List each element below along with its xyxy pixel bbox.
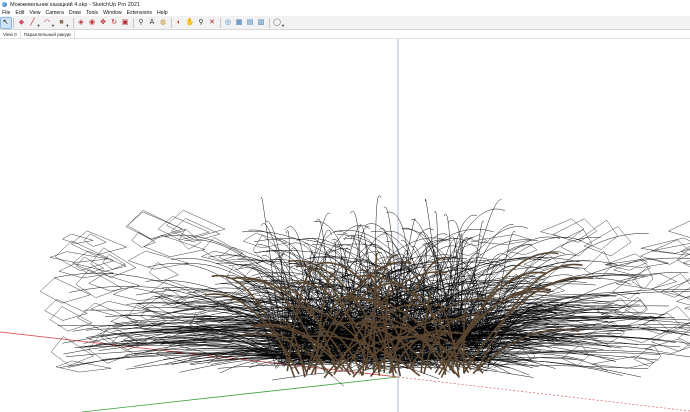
toolbar-separator	[72, 17, 74, 28]
arc-tool-icon[interactable]: ◠ ▼	[42, 18, 55, 31]
menu-edit[interactable]: Edit	[13, 10, 27, 16]
toolbar-separator	[132, 17, 134, 28]
sketchup-icon	[2, 2, 7, 7]
menu-help[interactable]: Help	[155, 10, 171, 16]
menu-window[interactable]: Window	[101, 10, 124, 16]
line-tool-icon[interactable]: ╱ ▼	[28, 18, 41, 31]
chevron-down-icon[interactable]: ▼	[66, 21, 70, 31]
scene-tab-view-0[interactable]: View 0	[0, 30, 21, 38]
scene-tabs-bar: View 0 Параллельный ракурс	[0, 30, 690, 39]
red-axis-negative-line	[397, 376, 690, 412]
rotate-tool-icon[interactable]: ↻	[109, 18, 119, 28]
rectangle-tool-icon[interactable]: ■ ▼	[57, 18, 70, 31]
toolbar-separator	[219, 17, 221, 28]
tape-measure-tool-icon[interactable]: ⚲	[136, 18, 146, 28]
menu-draw[interactable]: Draw	[67, 10, 84, 16]
move-tool-icon[interactable]: ✥	[98, 18, 108, 28]
menu-tools[interactable]: Tools	[84, 10, 101, 16]
select-tool-icon[interactable]: ↖	[0, 16, 12, 29]
zoom-tool-icon[interactable]: ⚲	[196, 18, 206, 28]
extension-manager-icon[interactable]: ▧	[256, 18, 266, 28]
chevron-down-icon[interactable]: ▼	[37, 21, 41, 31]
window-title: Можжевельник казацкий 4.skp - SketchUp P…	[10, 1, 140, 8]
scene-tab-parallel-view[interactable]: Параллельный ракурс	[21, 30, 76, 38]
account-icon[interactable]: ◯ ▼	[272, 18, 285, 31]
text-tool-icon[interactable]: A	[147, 18, 157, 28]
paint-bucket-tool-icon[interactable]: ◍	[158, 18, 168, 28]
chevron-down-icon[interactable]: ▼	[51, 21, 55, 31]
chevron-down-icon[interactable]: ▼	[281, 21, 285, 31]
juniper-shrub-model[interactable]	[39, 195, 690, 387]
extension-warehouse-icon[interactable]: ▦	[234, 18, 244, 28]
push-pull-tool-icon[interactable]: ◈	[76, 18, 86, 28]
eraser-tool-icon[interactable]: ◆	[17, 18, 27, 28]
scale-tool-icon[interactable]: ▣	[120, 18, 130, 28]
layout-icon[interactable]: ▤	[245, 18, 255, 28]
orbit-tool-icon[interactable]: ◐	[174, 18, 184, 28]
menu-extensions[interactable]: Extensions	[125, 10, 155, 16]
toolbar-separator	[268, 17, 270, 28]
green-axis-line	[81, 376, 399, 412]
menu-camera[interactable]: Camera	[43, 10, 66, 16]
menu-bar: File Edit View Camera Draw Tools Window …	[0, 9, 690, 16]
zoom-extents-tool-icon[interactable]: ✕	[207, 18, 217, 28]
juniper-model-canvas[interactable]	[0, 39, 690, 412]
pan-tool-icon[interactable]: ✋	[185, 18, 195, 28]
toolbar-separator	[13, 17, 14, 28]
3d-warehouse-icon[interactable]: ◎	[223, 18, 233, 28]
toolbar-separator	[170, 17, 172, 28]
large-toolset-toolbar: ↖ ◆ ╱ ▼ ◠ ▼ ■ ▼ ◈ ◉ ✥ ↻ ▣ ⚲ A ◍ ◐ ✋ ⚲ ✕ ◎ ▦ ▤ ▧ ◯ ▼	[0, 16, 690, 30]
title-bar: Можжевельник казацкий 4.skp - SketchUp P…	[0, 0, 690, 9]
offset-tool-icon[interactable]: ◉	[87, 18, 97, 28]
model-viewport[interactable]	[0, 39, 690, 412]
menu-file[interactable]: File	[0, 10, 13, 16]
menu-view[interactable]: View	[27, 10, 43, 16]
